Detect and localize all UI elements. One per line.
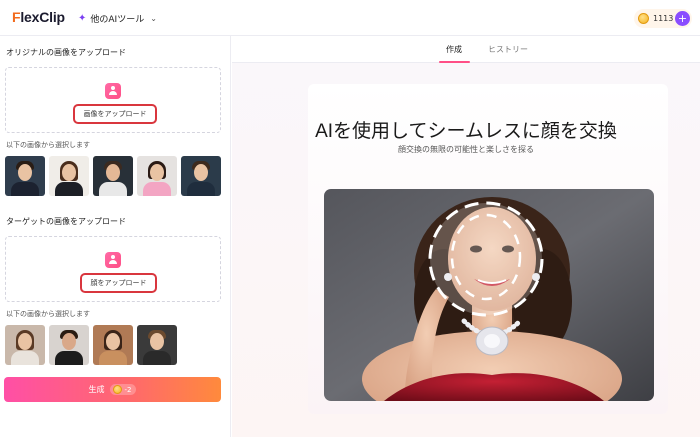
source-sample-5[interactable]	[181, 156, 221, 196]
source-sample-2[interactable]	[49, 156, 89, 196]
flexclip-logo[interactable]: FlexClip	[12, 9, 65, 25]
credits-badge[interactable]: 1113 +	[634, 9, 692, 28]
source-sample-1[interactable]	[5, 156, 45, 196]
target-sample-2[interactable]	[49, 325, 89, 365]
cost-badge: -2	[109, 384, 137, 395]
sparkle-icon: ✦	[78, 12, 87, 24]
credits-count: 1113	[653, 14, 674, 23]
add-credits-button[interactable]: +	[675, 11, 690, 26]
source-section-title: オリジナルの画像をアップロード	[6, 48, 126, 57]
tab-create[interactable]: 作成	[446, 44, 462, 55]
upload-panel: オリジナルの画像をアップロード 画像をアップロード 以下の画像から選択します タ…	[0, 36, 231, 437]
generate-label: 生成	[88, 385, 105, 394]
source-sample-4[interactable]	[137, 156, 177, 196]
tab-bar: 作成 ヒストリー	[232, 36, 700, 63]
target-dropzone[interactable]: 顔をアップロード	[5, 236, 221, 302]
target-sample-4[interactable]	[137, 325, 177, 365]
tab-history[interactable]: ヒストリー	[488, 44, 528, 55]
portrait-illustration	[324, 189, 654, 401]
result-panel: 作成 ヒストリー AIを使用してシームレスに顔を交換 顔交換の無限の可能性と楽し…	[232, 36, 700, 437]
target-sample-3[interactable]	[93, 325, 133, 365]
upload-face-button[interactable]: 顔をアップロード	[80, 273, 157, 293]
ai-tools-menu[interactable]: ✦ 他のAIツール ⌄	[78, 10, 157, 26]
coin-icon	[112, 385, 122, 394]
hero-title: AIを使用してシームレスに顔を交換	[315, 121, 617, 142]
source-dropzone[interactable]: 画像をアップロード	[5, 67, 221, 133]
target-sample-1[interactable]	[5, 325, 45, 365]
upload-image-button[interactable]: 画像をアップロード	[73, 104, 157, 124]
target-section-title: ターゲットの画像をアップロード	[6, 217, 126, 226]
active-tab-indicator	[439, 61, 470, 63]
face-swap-preview-image	[324, 189, 654, 401]
source-sample-3[interactable]	[93, 156, 133, 196]
upload-person-icon	[105, 83, 121, 99]
hero-subtitle: 顔交換の無限の可能性と楽しさを探る	[398, 145, 534, 154]
target-hint: 以下の画像から選択します	[6, 310, 90, 318]
chevron-down-icon: ⌄	[150, 13, 157, 23]
source-hint: 以下の画像から選択します	[6, 141, 90, 149]
upload-face-icon	[105, 252, 121, 268]
top-bar: FlexClip ✦ 他のAIツール ⌄ 1113 +	[0, 0, 700, 36]
generate-button[interactable]: 生成 -2	[4, 377, 221, 402]
ai-tools-menu-label: 他のAIツール	[90, 14, 145, 25]
coin-icon	[638, 13, 649, 24]
generate-cost: -2	[124, 385, 132, 394]
